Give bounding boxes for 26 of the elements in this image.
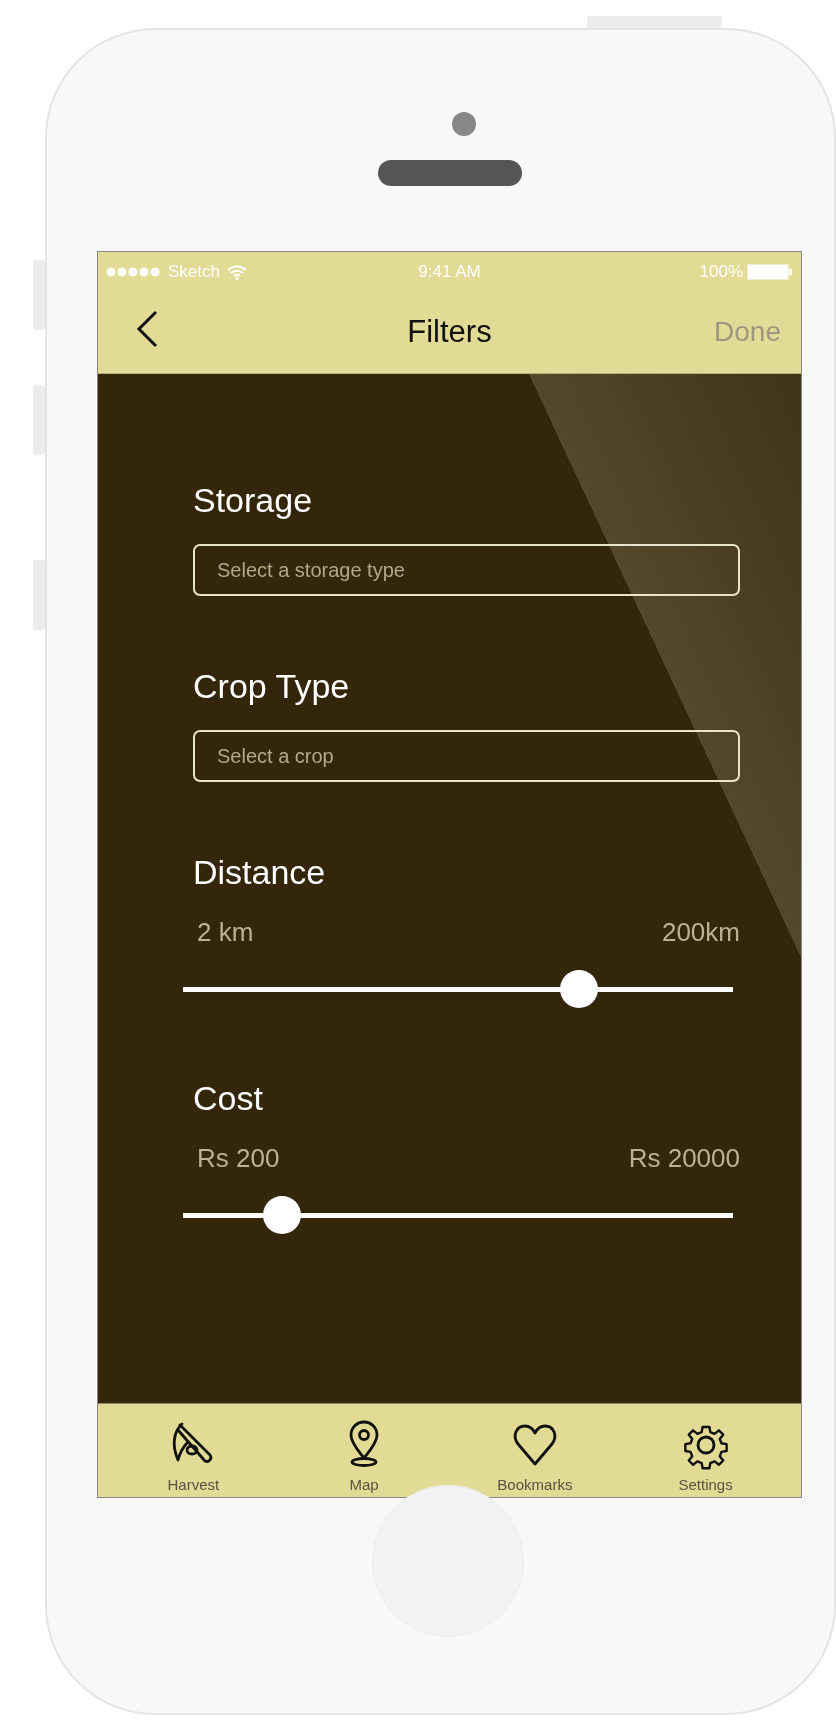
speaker-icon (378, 160, 522, 186)
slider-thumb[interactable] (263, 1196, 301, 1234)
back-icon (136, 309, 158, 348)
status-time: 9:41 AM (418, 261, 481, 281)
wifi-icon (226, 263, 248, 280)
select-field[interactable]: Select a crop (193, 730, 740, 782)
carrier-name: Sketch (168, 261, 220, 282)
tab-item[interactable]: Settings (640, 1404, 771, 1497)
filter-label: Cost (193, 1078, 263, 1118)
battery-percent: 100% (699, 261, 743, 282)
camera-icon (452, 112, 476, 136)
tab-item[interactable]: Bookmarks (469, 1404, 600, 1497)
range-min-label: Rs 200 (197, 1143, 280, 1173)
tab-item[interactable]: Harvest (128, 1404, 259, 1497)
range-max-label: 200km (661, 917, 740, 947)
range-max-label: Rs 20000 (628, 1143, 740, 1173)
screen-title: Filters (407, 314, 492, 349)
slider-thumb[interactable] (560, 970, 598, 1008)
tab-item[interactable]: Map (299, 1404, 430, 1497)
signal-icon (106, 266, 162, 277)
range-min-label: 2 km (197, 917, 254, 947)
filter-label: Distance (193, 852, 326, 892)
filter-label: Crop Type (193, 666, 350, 706)
filter-label: Storage (193, 480, 313, 520)
select-field[interactable]: Select a storage type (193, 544, 740, 596)
battery-icon (747, 263, 793, 280)
